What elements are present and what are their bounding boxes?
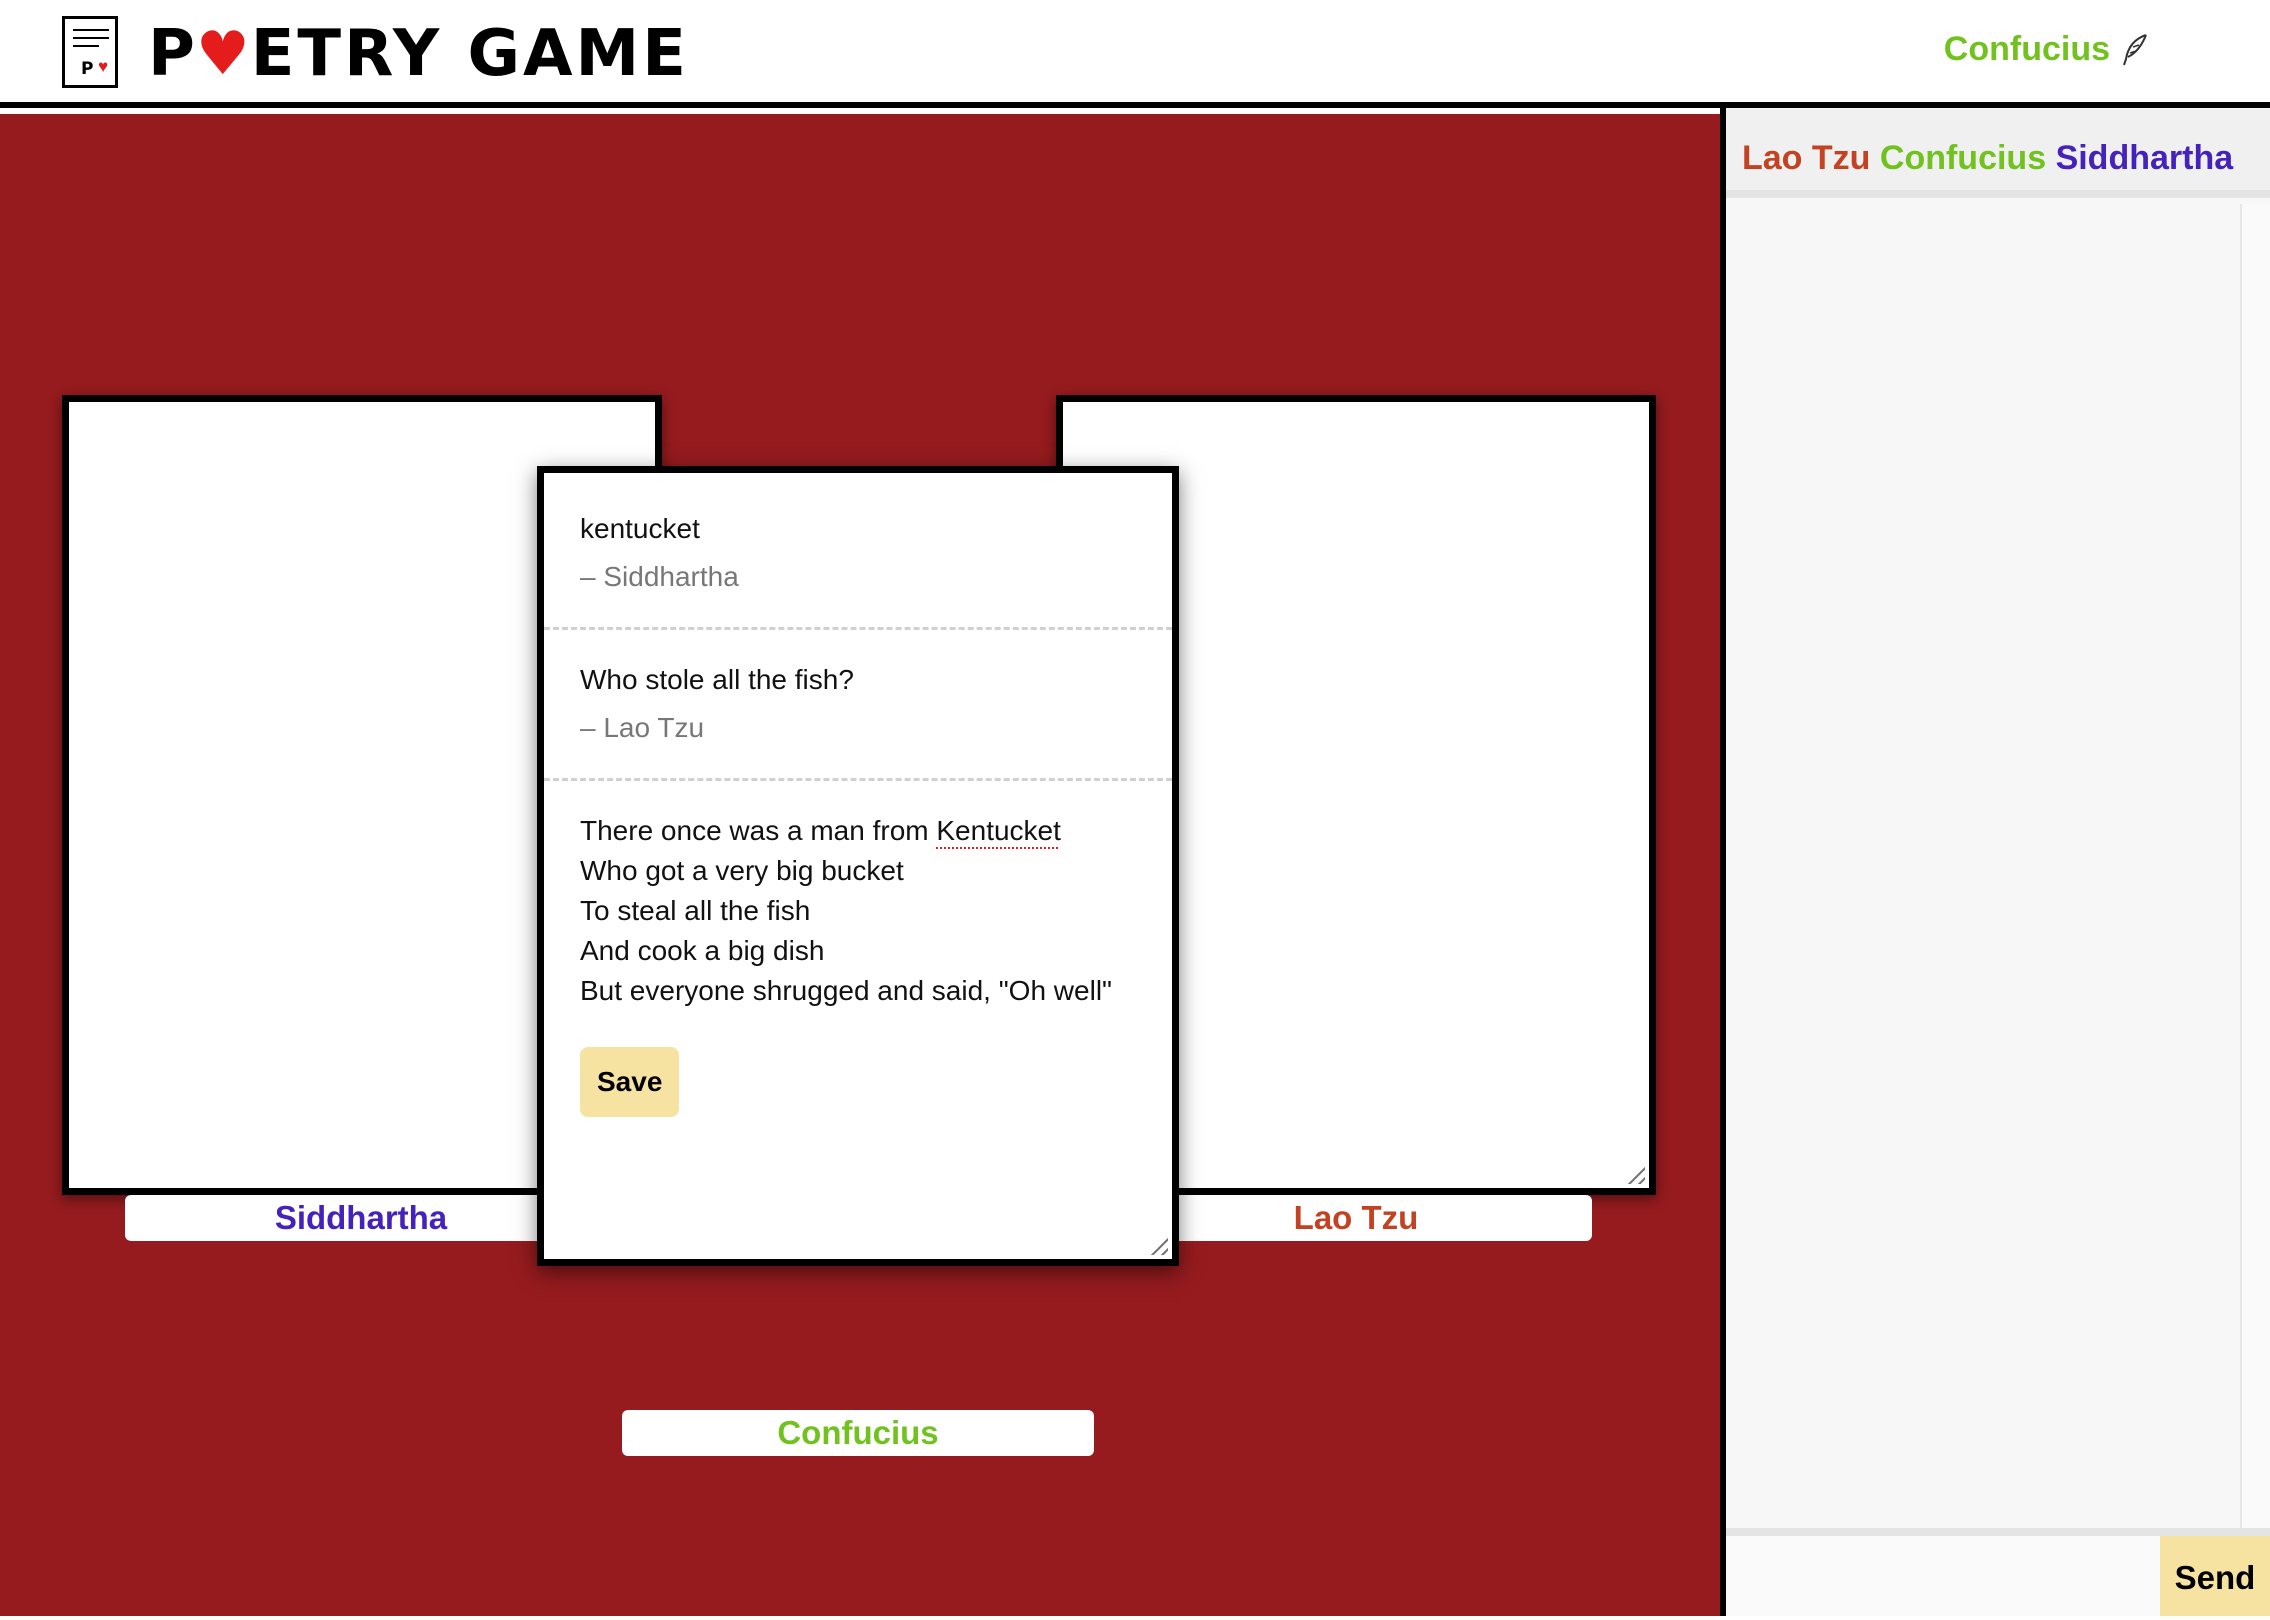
entry-author: – Siddhartha — [580, 561, 739, 592]
chat-panel: Lao Tzu Confucius Siddhartha Send — [1726, 108, 2270, 1616]
player-label-lao-tzu: Lao Tzu — [1120, 1195, 1592, 1241]
quill-icon — [2123, 33, 2147, 65]
title-suffix: ETRY GAME — [250, 17, 689, 91]
chat-scrollbar[interactable] — [2240, 204, 2270, 1534]
participant-siddhartha: Siddhartha — [2055, 139, 2234, 177]
player-label-siddhartha: Siddhartha — [125, 1195, 597, 1241]
poem-line: There once was a man from Kentucket — [580, 815, 1061, 846]
title-prefix: P — [148, 17, 198, 91]
poem-line: But everyone shrugged and said, "Oh well… — [580, 975, 1112, 1006]
participant-lao-tzu: Lao Tzu — [1742, 139, 1871, 177]
entry-text: kentucket — [580, 513, 700, 544]
poem-line: To steal all the fish — [580, 895, 811, 926]
heart-icon: ♥ — [98, 57, 109, 76]
participant-confucius: Confucius — [1879, 139, 2047, 177]
current-user[interactable]: Confucius — [1944, 30, 2150, 69]
misspelled-word: Kentucket — [936, 815, 1061, 846]
resize-handle-icon[interactable] — [1146, 1233, 1168, 1255]
poem-document-icon: P ♥ — [62, 16, 118, 88]
save-button[interactable]: Save — [580, 1047, 680, 1117]
entry-1: kentucket – Siddhartha — [544, 473, 1172, 597]
poem-line: Who got a very big bucket — [580, 855, 904, 886]
player-label-confucius: Confucius — [622, 1410, 1094, 1456]
resize-handle-icon[interactable] — [1623, 1162, 1645, 1184]
heart-icon: ♥ — [195, 19, 253, 89]
chat-participants: Lao Tzu Confucius Siddhartha — [1726, 108, 2270, 198]
send-button[interactable]: Send — [2160, 1536, 2270, 1616]
entry-text: Who stole all the fish? — [580, 664, 854, 695]
entry-2: Who stole all the fish? – Lao Tzu — [544, 630, 1172, 748]
current-user-name: Confucius — [1943, 30, 2110, 68]
app-header: P ♥ P ♥ ETRY GAME Confucius — [0, 0, 2270, 108]
logo-letter: P — [81, 59, 94, 79]
entry-author: – Lao Tzu — [580, 712, 705, 743]
poem-text-area[interactable]: There once was a man from Kentucket Who … — [544, 781, 1172, 1011]
app-title: P ♥ ETRY GAME — [148, 18, 689, 90]
chat-message-input[interactable] — [1726, 1536, 2160, 1616]
active-poem-card[interactable]: kentucket – Siddhartha Who stole all the… — [537, 466, 1179, 1266]
poem-line: And cook a big dish — [580, 935, 825, 966]
chat-footer: Send — [1726, 1528, 2270, 1616]
